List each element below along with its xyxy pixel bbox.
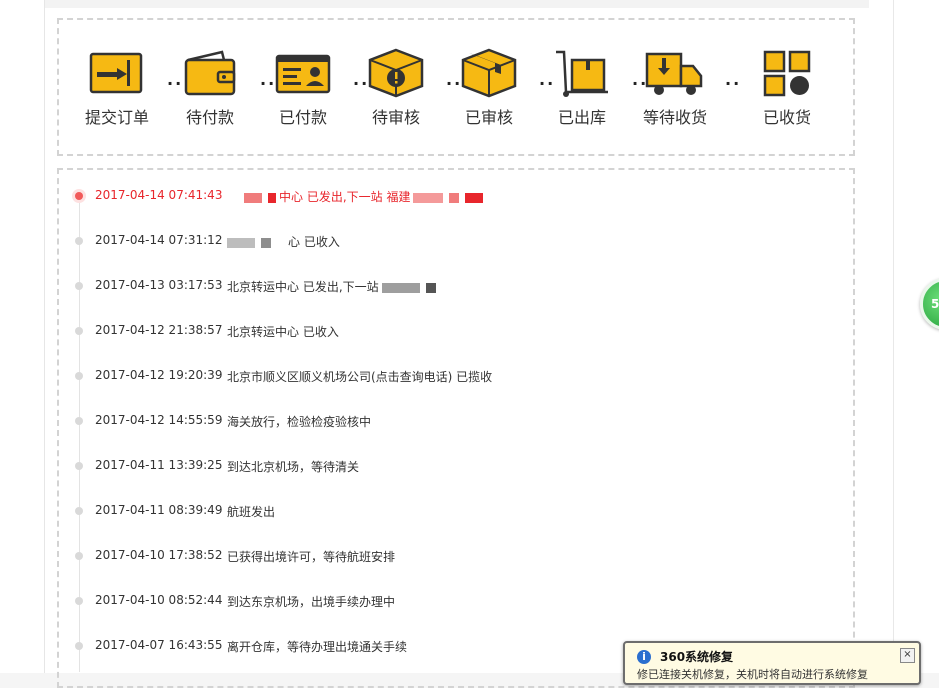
- info-icon: i: [637, 650, 651, 664]
- popup-message: 修已连接关机修复，关机时将自动进行系统修复: [637, 668, 868, 681]
- order-progress-steps: 提交订单 ·· 待付款 ·· 已付款 ·· 待审核 ·· 已审核 ·· 已出库 …: [57, 18, 855, 156]
- wallet-icon: [184, 50, 236, 96]
- timeline-row: 2017-04-11 08:39:49 航班发出: [59, 501, 849, 521]
- timeline-dot: [75, 417, 83, 425]
- timeline-time: 2017-04-10 17:38:52: [95, 548, 223, 562]
- step-awaiting-receipt: 等待收货: [635, 48, 715, 128]
- timeline-row: 2017-04-12 19:20:39 北京市顺义区顺义机场公司(点击查询电话)…: [59, 366, 849, 386]
- tracking-timeline: 2017-04-14 07:41:43 中心 已发出,下一站 福建 2017-0…: [57, 168, 855, 688]
- timeline-dot: [75, 462, 83, 470]
- timeline-time: 2017-04-11 13:39:25: [95, 458, 223, 472]
- timeline-text: 到达北京机场，等待清关: [227, 460, 360, 474]
- step-shipped-out: 已出库: [542, 48, 622, 128]
- step-label: 已付款: [278, 108, 327, 127]
- timeline-row: 2017-04-14 07:41:43 中心 已发出,下一站 福建: [59, 186, 849, 206]
- timeline-text: 北京转运中心 已发出,下一站: [227, 278, 439, 295]
- timeline-dot: [75, 597, 83, 605]
- delivery-truck-icon: [645, 52, 703, 95]
- timeline-time: 2017-04-12 14:55:59: [95, 413, 223, 427]
- timeline-row: 2017-04-13 03:17:53 北京转运中心 已发出,下一站: [59, 276, 849, 296]
- step-reviewed: 已审核: [449, 48, 529, 128]
- step-pending-payment: 待付款: [170, 48, 250, 128]
- timeline-time: 2017-04-14 07:31:12: [95, 233, 223, 247]
- timeline-text-value: 北京转运中心 已发出,下一站: [227, 280, 379, 294]
- close-button[interactable]: ×: [900, 648, 915, 663]
- step-label: 提交订单: [84, 108, 149, 127]
- timeline-dot: [75, 237, 83, 245]
- timeline-text: 航班发出: [227, 505, 276, 519]
- timeline-text: 心 已收入: [224, 233, 340, 250]
- step-label: 已出库: [557, 108, 606, 127]
- timeline-time: 2017-04-07 16:43:55: [95, 638, 223, 652]
- timeline-text: 到达东京机场，出境手续办理中: [227, 595, 396, 609]
- top-strip: [45, 0, 869, 8]
- box-checked-icon: [461, 48, 517, 98]
- timeline-time: 2017-04-13 03:17:53: [95, 278, 223, 292]
- step-label: 已审核: [464, 108, 513, 127]
- left-margin: [0, 0, 44, 673]
- box-warning-icon: [368, 48, 424, 98]
- step-pending-review: 待审核: [356, 48, 436, 128]
- timeline-text: 离开仓库，等待办理出境通关手续: [227, 640, 408, 654]
- timeline-dot: [75, 192, 83, 200]
- timeline-dot: [75, 282, 83, 290]
- right-margin: [869, 0, 894, 673]
- timeline-row: 2017-04-10 17:38:52 已获得出境许可，等待航班安排: [59, 546, 849, 566]
- timeline-row: 2017-04-12 14:55:59 海关放行，检验检疫验核中: [59, 411, 849, 431]
- timeline-dot: [75, 552, 83, 560]
- grid-received-icon: [763, 50, 811, 97]
- step-received: 已收货: [747, 48, 827, 128]
- timeline-dot: [75, 372, 83, 380]
- step-submit-order: 提交订单: [77, 48, 157, 128]
- submit-order-icon: [89, 52, 143, 94]
- step-paid: 已付款: [263, 48, 343, 128]
- timeline-dot: [75, 327, 83, 335]
- step-connector: ··: [725, 74, 742, 93]
- timeline-time: 2017-04-11 08:39:49: [95, 503, 223, 517]
- timeline-dot: [75, 507, 83, 515]
- timeline-text: 已获得出境许可，等待航班安排: [227, 550, 396, 564]
- timeline-time: 2017-04-14 07:41:43: [95, 188, 223, 202]
- main-column: 提交订单 ·· 待付款 ·· 已付款 ·· 待审核 ·· 已审核 ·· 已出库 …: [44, 0, 870, 688]
- popup-title: 360系统修复: [660, 650, 734, 664]
- timeline-row: 2017-04-11 13:39:25 到达北京机场，等待清关: [59, 456, 849, 476]
- hand-truck-icon: [556, 50, 608, 97]
- timeline-time: 2017-04-12 21:38:57: [95, 323, 223, 337]
- timeline-row: 2017-04-14 07:31:12 心 已收入: [59, 231, 849, 251]
- timeline-text: 海关放行，检验检疫验核中: [227, 415, 372, 429]
- timeline-row: 2017-04-12 21:38:57 北京转运中心 已收入: [59, 321, 849, 341]
- step-label: 待付款: [185, 108, 234, 127]
- system-repair-popup: i 360系统修复 × 修已连接关机修复，关机时将自动进行系统修复: [623, 641, 921, 685]
- timeline-text-value: 心 已收入: [288, 235, 340, 249]
- timeline-row: 2017-04-10 08:52:44 到达东京机场，出境手续办理中: [59, 591, 849, 611]
- timeline-text-value: 中心 已发出,下一站 福建: [279, 190, 411, 204]
- timeline-text[interactable]: 北京市顺义区顺义机场公司(点击查询电话) 已揽收: [227, 368, 492, 385]
- timeline-text: 北京转运中心 已收入: [227, 325, 339, 339]
- step-label: 待审核: [371, 108, 420, 127]
- timeline-text: 中心 已发出,下一站 福建: [241, 188, 486, 205]
- step-label: 已收货: [762, 108, 811, 127]
- timeline-time: 2017-04-10 08:52:44: [95, 593, 223, 607]
- timeline-dot: [75, 642, 83, 650]
- paid-card-icon: [275, 54, 331, 94]
- timeline-time: 2017-04-12 19:20:39: [95, 368, 223, 382]
- step-label: 等待收货: [642, 108, 707, 127]
